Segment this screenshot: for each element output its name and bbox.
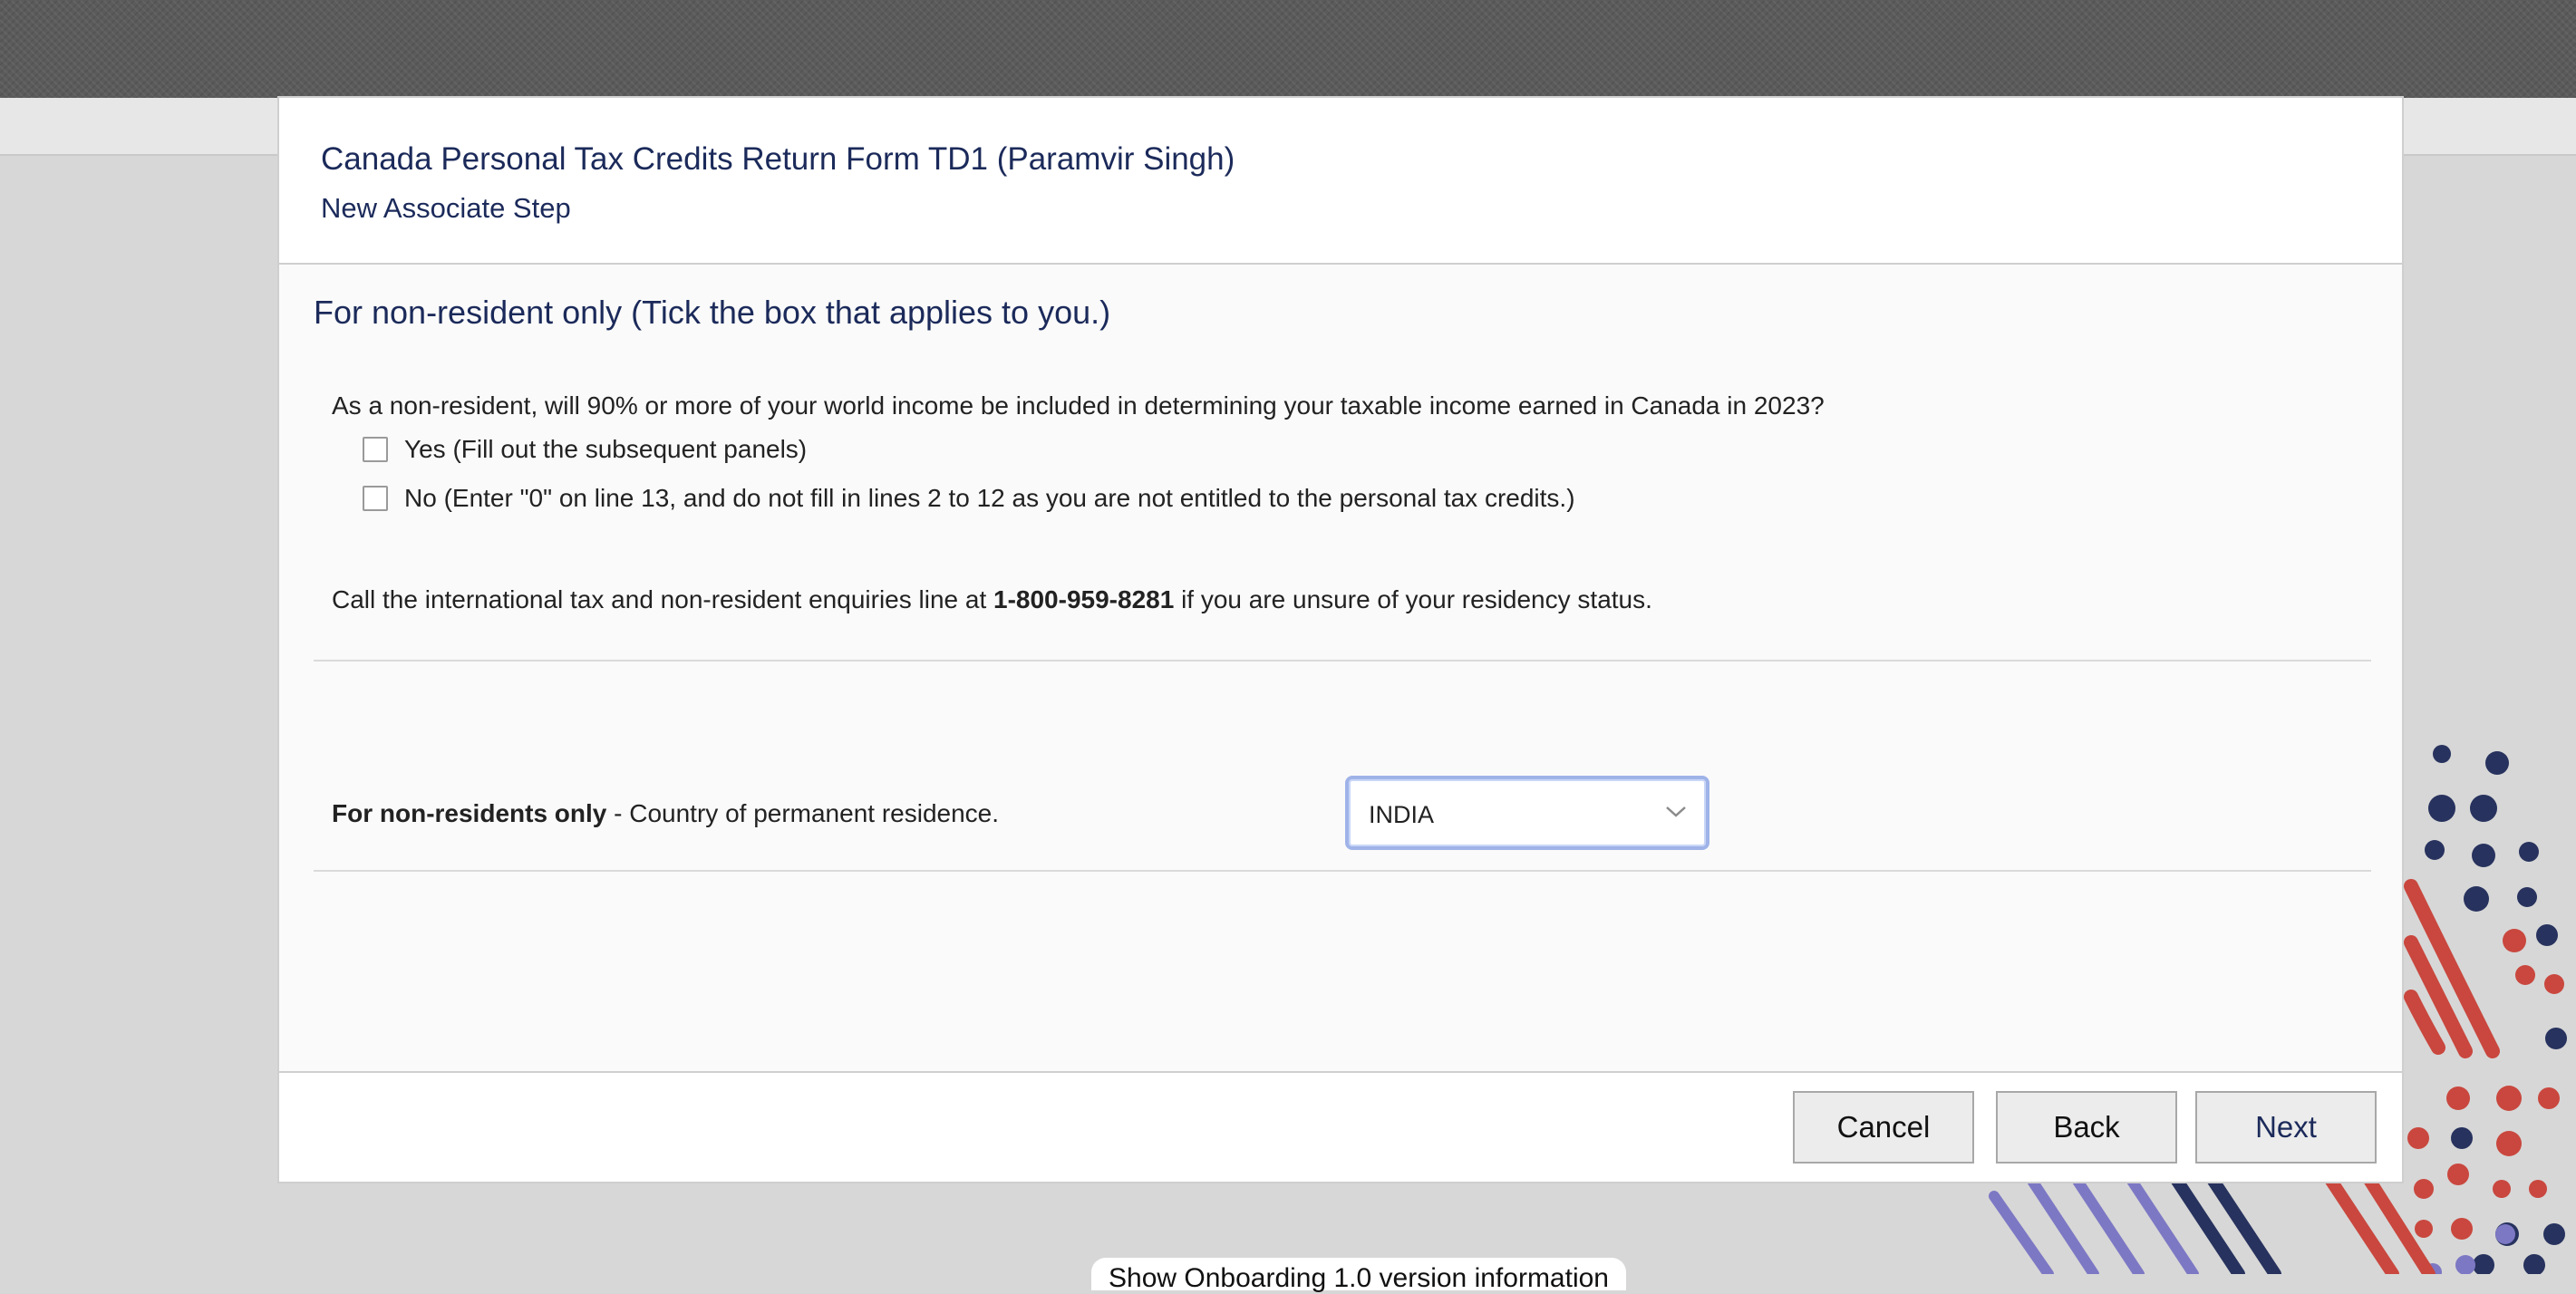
call-suffix: if you are unsure of your residency stat… (1174, 585, 1652, 613)
country-select-value: INDIA (1369, 801, 1435, 828)
option-yes[interactable]: Yes (Fill out the subsequent panels) (363, 435, 807, 464)
next-button[interactable]: Next (2195, 1091, 2377, 1164)
country-label-rest: - Country of permanent residence. (606, 799, 1000, 827)
no-checkbox[interactable] (363, 486, 388, 511)
back-button[interactable]: Back (1996, 1091, 2177, 1164)
td1-modal-dialog: Canada Personal Tax Credits Return Form … (277, 96, 2404, 1183)
enquiries-line-text: Call the international tax and non-resid… (332, 585, 1652, 614)
enquiries-phone-number: 1-800-959-8281 (993, 585, 1175, 613)
country-label-bold: For non-residents only (332, 799, 607, 827)
version-info-link[interactable]: Show Onboarding 1.0 version information (1091, 1258, 1626, 1293)
row-divider (314, 870, 2371, 872)
residency-question: As a non-resident, will 90% or more of y… (332, 391, 1825, 420)
modal-header: Canada Personal Tax Credits Return Form … (279, 98, 2402, 265)
chevron-down-icon (1666, 806, 1686, 817)
option-no[interactable]: No (Enter "0" on line 13, and do not fil… (363, 484, 1575, 513)
country-select[interactable]: INDIA (1345, 776, 1709, 850)
section-divider (314, 660, 2371, 661)
modal-footer: Cancel Back Next (279, 1073, 2402, 1182)
call-prefix: Call the international tax and non-resid… (332, 585, 994, 613)
cancel-button[interactable]: Cancel (1793, 1091, 1974, 1164)
yes-checkbox[interactable] (363, 437, 388, 462)
yes-label[interactable]: Yes (Fill out the subsequent panels) (404, 435, 807, 464)
modal-subtitle: New Associate Step (321, 192, 571, 224)
country-label: For non-residents only - Country of perm… (332, 799, 999, 828)
section-heading: For non-resident only (Tick the box that… (314, 294, 1111, 331)
no-label[interactable]: No (Enter "0" on line 13, and do not fil… (404, 484, 1575, 513)
top-header-bar (0, 0, 2576, 98)
modal-title: Canada Personal Tax Credits Return Form … (321, 141, 1235, 177)
